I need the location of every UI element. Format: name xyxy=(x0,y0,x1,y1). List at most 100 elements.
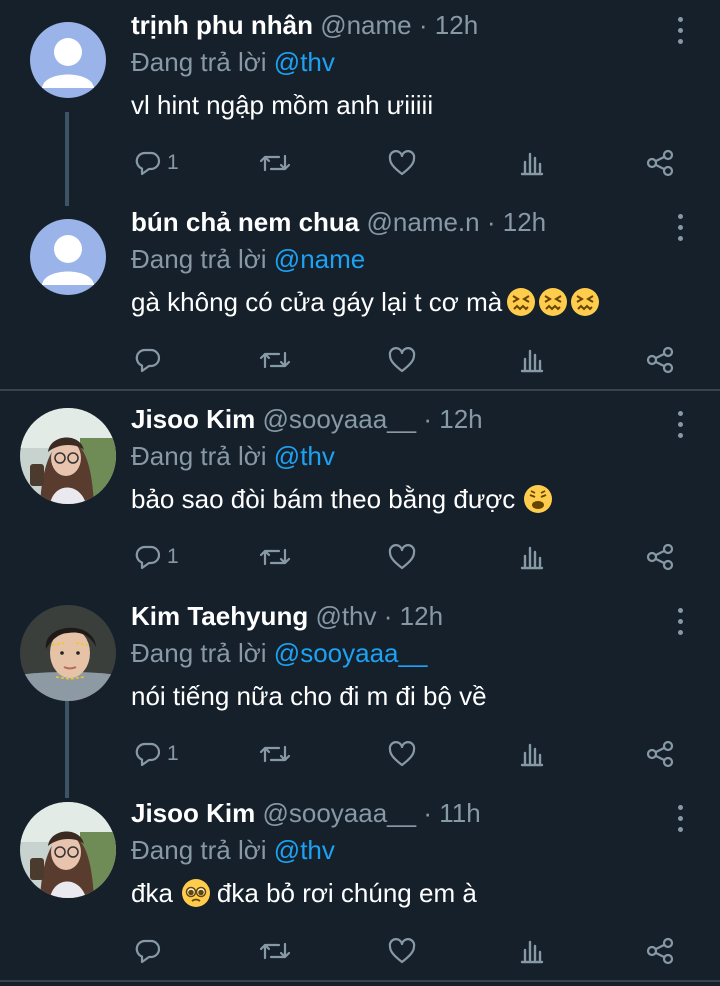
timestamp[interactable]: 12h xyxy=(439,404,482,434)
avatar[interactable] xyxy=(20,802,116,898)
tweet-actions: 1 xyxy=(131,540,691,574)
tweet-item[interactable]: Jisoo Kim @sooyaaa__ · 12h Đang trả lời … xyxy=(0,394,720,590)
analytics-icon xyxy=(520,152,544,176)
tweet-header: Jisoo Kim @sooyaaa__ · 11h xyxy=(131,798,481,829)
replying-to: Đang trả lời @thv xyxy=(131,47,335,78)
analytics-button[interactable] xyxy=(519,343,545,377)
retweet-button[interactable] xyxy=(259,540,291,574)
analytics-button[interactable] xyxy=(519,540,545,574)
timestamp[interactable]: 12h xyxy=(435,10,478,40)
share-button[interactable] xyxy=(645,737,675,771)
analytics-icon xyxy=(520,743,544,767)
handle[interactable]: @thv xyxy=(315,601,376,631)
analytics-button[interactable] xyxy=(519,146,545,180)
display-name[interactable]: trịnh phu nhân xyxy=(131,10,313,40)
tweet-header: bún chả nem chua @name.n · 12h xyxy=(131,207,546,238)
share-icon xyxy=(646,346,674,374)
reply-icon xyxy=(135,742,161,767)
tweet-item[interactable]: trịnh phu nhân @name · 12h Đang trả lời … xyxy=(0,0,720,196)
retweet-button[interactable] xyxy=(259,146,291,180)
handle[interactable]: @sooyaaa__ xyxy=(262,404,416,434)
weary-face-icon xyxy=(524,485,553,513)
separator-dot: · xyxy=(383,601,393,631)
analytics-icon xyxy=(520,940,544,964)
avatar[interactable] xyxy=(20,408,116,504)
tweet-text-content: đka xyxy=(131,878,173,908)
retweet-button[interactable] xyxy=(259,343,291,377)
reply-icon xyxy=(135,151,161,176)
tweet-actions xyxy=(131,343,691,377)
timestamp[interactable]: 11h xyxy=(439,798,480,828)
tweet-item[interactable]: Jisoo Kim @sooyaaa__ · 11h Đang trả lời … xyxy=(0,788,720,984)
like-button[interactable] xyxy=(387,146,417,180)
reply-icon xyxy=(135,545,161,570)
share-button[interactable] xyxy=(645,934,675,968)
heart-icon xyxy=(388,741,416,767)
like-button[interactable] xyxy=(387,540,417,574)
avatar[interactable] xyxy=(30,219,106,295)
retweet-button[interactable] xyxy=(259,737,291,771)
more-options-icon[interactable] xyxy=(673,410,687,440)
tweet-actions: 1 xyxy=(131,737,691,771)
timestamp[interactable]: 12h xyxy=(503,207,546,237)
analytics-button[interactable] xyxy=(519,934,545,968)
heart-icon xyxy=(388,347,416,373)
avatar[interactable] xyxy=(30,22,106,98)
replying-to-label: Đang trả lời xyxy=(131,441,267,471)
share-button[interactable] xyxy=(645,343,675,377)
retweet-button[interactable] xyxy=(259,934,291,968)
handle[interactable]: @sooyaaa__ xyxy=(262,798,416,828)
thread-divider xyxy=(0,389,720,391)
replying-to-label: Đang trả lời xyxy=(131,638,267,668)
tweet-item[interactable]: Kim Taehyung @thv · 12h Đang trả lời @so… xyxy=(0,591,720,787)
default-avatar-icon xyxy=(30,22,106,98)
tweet-actions xyxy=(131,934,691,968)
mention-link[interactable]: @thv xyxy=(274,47,335,77)
reply-button[interactable]: 1 xyxy=(133,540,179,574)
separator-dot: · xyxy=(418,10,428,40)
avatar[interactable] xyxy=(20,605,116,701)
display-name[interactable]: Kim Taehyung xyxy=(131,601,308,631)
mention-link[interactable]: @thv xyxy=(274,835,335,865)
handle[interactable]: @name xyxy=(320,10,411,40)
analytics-button[interactable] xyxy=(519,737,545,771)
reply-button[interactable] xyxy=(133,343,167,377)
retweet-icon xyxy=(259,745,291,763)
tweet-text-content: gà không có cửa gáy lại t cơ mà xyxy=(131,287,503,317)
tweet-text: nói tiếng nữa cho đi m đi bộ về xyxy=(131,681,487,712)
tweet-header: Jisoo Kim @sooyaaa__ · 12h xyxy=(131,404,483,435)
replying-to: Đang trả lời @thv xyxy=(131,441,335,472)
retweet-icon xyxy=(259,154,291,172)
reply-button[interactable]: 1 xyxy=(133,737,179,771)
mention-link[interactable]: @thv xyxy=(274,441,335,471)
handle[interactable]: @name.n xyxy=(367,207,480,237)
mention-link[interactable]: @name xyxy=(274,244,365,274)
display-name[interactable]: bún chả nem chua xyxy=(131,207,359,237)
heart-icon xyxy=(388,938,416,964)
tweet-item[interactable]: bún chả nem chua @name.n · 12h Đang trả … xyxy=(0,197,720,393)
thread-divider xyxy=(0,980,720,982)
more-options-icon[interactable] xyxy=(673,607,687,637)
reply-count: 1 xyxy=(167,151,179,174)
share-button[interactable] xyxy=(645,540,675,574)
mention-link[interactable]: @sooyaaa__ xyxy=(274,638,428,668)
more-options-icon[interactable] xyxy=(673,804,687,834)
profile-photo-icon xyxy=(20,408,116,504)
reply-button[interactable] xyxy=(133,934,167,968)
share-icon xyxy=(646,149,674,177)
more-options-icon[interactable] xyxy=(673,16,687,46)
like-button[interactable] xyxy=(387,737,417,771)
display-name[interactable]: Jisoo Kim xyxy=(131,798,255,828)
pleading-face-icon xyxy=(181,879,210,907)
more-options-icon[interactable] xyxy=(673,213,687,243)
share-button[interactable] xyxy=(645,146,675,180)
separator-dot: · xyxy=(423,798,433,828)
timestamp[interactable]: 12h xyxy=(400,601,443,631)
like-button[interactable] xyxy=(387,934,417,968)
retweet-icon xyxy=(259,548,291,566)
display-name[interactable]: Jisoo Kim xyxy=(131,404,255,434)
like-button[interactable] xyxy=(387,343,417,377)
reply-button[interactable]: 1 xyxy=(133,146,179,180)
tweet-text-content: nói tiếng nữa cho đi m đi bộ về xyxy=(131,681,487,711)
reply-icon xyxy=(135,348,161,373)
